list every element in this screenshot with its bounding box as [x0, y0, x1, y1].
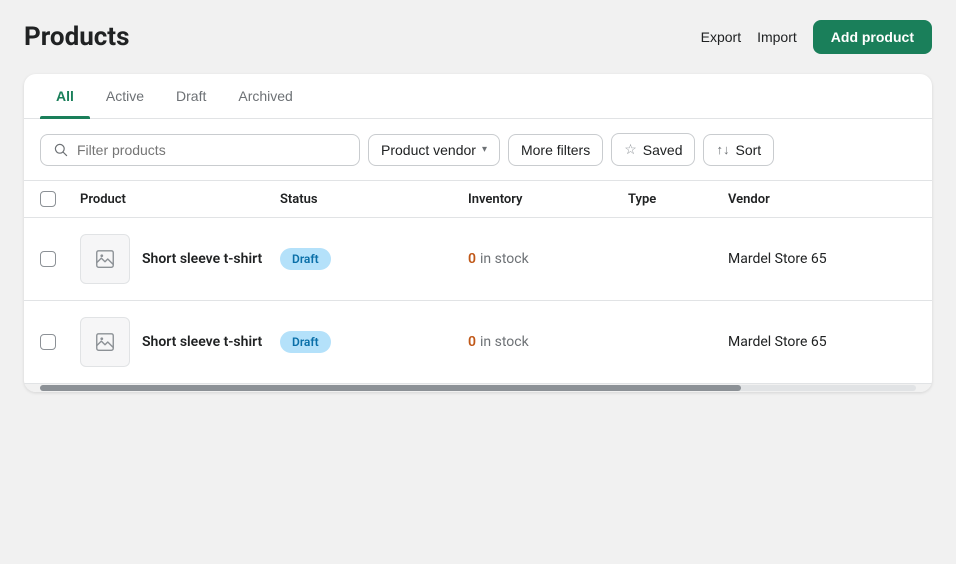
page-header: Products Export Import Add product — [24, 20, 932, 54]
saved-button[interactable]: ☆ Saved — [611, 133, 695, 166]
saved-label: Saved — [643, 142, 683, 158]
chevron-down-icon: ▾ — [482, 144, 487, 155]
page-title: Products — [24, 22, 129, 52]
inventory-cell-2: 0 in stock — [468, 334, 628, 350]
tab-active[interactable]: Active — [90, 74, 160, 118]
table-row: Short sleeve t-shirt Draft 0 in stock Ma… — [24, 301, 932, 384]
filters-row: Product vendor ▾ More filters ☆ Saved ↑↓… — [24, 119, 932, 181]
vendor-cell-1: Mardel Store 65 — [728, 251, 916, 267]
table-row: Short sleeve t-shirt Draft 0 in stock Ma… — [24, 218, 932, 301]
image-placeholder-icon — [94, 248, 116, 270]
product-name-2: Short sleeve t-shirt — [142, 334, 262, 350]
inventory-cell-1: 0 in stock — [468, 251, 628, 267]
inventory-count-1: 0 — [468, 251, 476, 267]
scrollbar-track — [40, 385, 916, 391]
col-type: Type — [628, 192, 728, 207]
products-card: All Active Draft Archived Product vendor… — [24, 74, 932, 392]
row-checkbox-2[interactable] — [40, 334, 56, 350]
sort-icon: ↑↓ — [716, 142, 729, 157]
product-cell-1: Short sleeve t-shirt — [80, 234, 280, 284]
vendor-cell-2: Mardel Store 65 — [728, 334, 916, 350]
row-checkbox-1[interactable] — [40, 251, 56, 267]
sort-button[interactable]: ↑↓ Sort — [703, 134, 774, 166]
inventory-label-2: in stock — [480, 334, 529, 350]
sort-label: Sort — [735, 142, 761, 158]
star-icon: ☆ — [624, 141, 637, 158]
tab-draft[interactable]: Draft — [160, 74, 222, 118]
product-thumbnail-2 — [80, 317, 130, 367]
tab-archived[interactable]: Archived — [222, 74, 308, 118]
col-vendor: Vendor — [728, 192, 916, 207]
tab-all[interactable]: All — [40, 74, 90, 118]
inventory-label-1: in stock — [480, 251, 529, 267]
col-product: Product — [80, 192, 280, 207]
more-filters-button[interactable]: More filters — [508, 134, 603, 166]
export-button[interactable]: Export — [701, 29, 741, 45]
search-icon — [53, 142, 69, 158]
image-placeholder-icon — [94, 331, 116, 353]
product-thumbnail-1 — [80, 234, 130, 284]
header-actions: Export Import Add product — [701, 20, 932, 54]
inventory-count-2: 0 — [468, 334, 476, 350]
more-filters-label: More filters — [521, 142, 590, 158]
scrollbar-thumb — [40, 385, 741, 391]
vendor-filter-label: Product vendor — [381, 142, 476, 158]
status-badge-1: Draft — [280, 248, 331, 270]
status-cell-2: Draft — [280, 331, 468, 353]
col-inventory: Inventory — [468, 192, 628, 207]
status-badge-2: Draft — [280, 331, 331, 353]
search-input[interactable] — [77, 142, 347, 158]
table-header: Product Status Inventory Type Vendor — [24, 181, 932, 218]
import-button[interactable]: Import — [757, 29, 797, 45]
tabs-bar: All Active Draft Archived — [24, 74, 932, 119]
col-status: Status — [280, 192, 468, 207]
select-all-checkbox[interactable] — [40, 191, 56, 207]
search-box — [40, 134, 360, 166]
add-product-button[interactable]: Add product — [813, 20, 932, 54]
product-vendor-filter[interactable]: Product vendor ▾ — [368, 134, 500, 166]
product-cell-2: Short sleeve t-shirt — [80, 317, 280, 367]
scrollbar-area[interactable] — [24, 384, 932, 392]
status-cell-1: Draft — [280, 248, 468, 270]
product-name-1: Short sleeve t-shirt — [142, 251, 262, 267]
